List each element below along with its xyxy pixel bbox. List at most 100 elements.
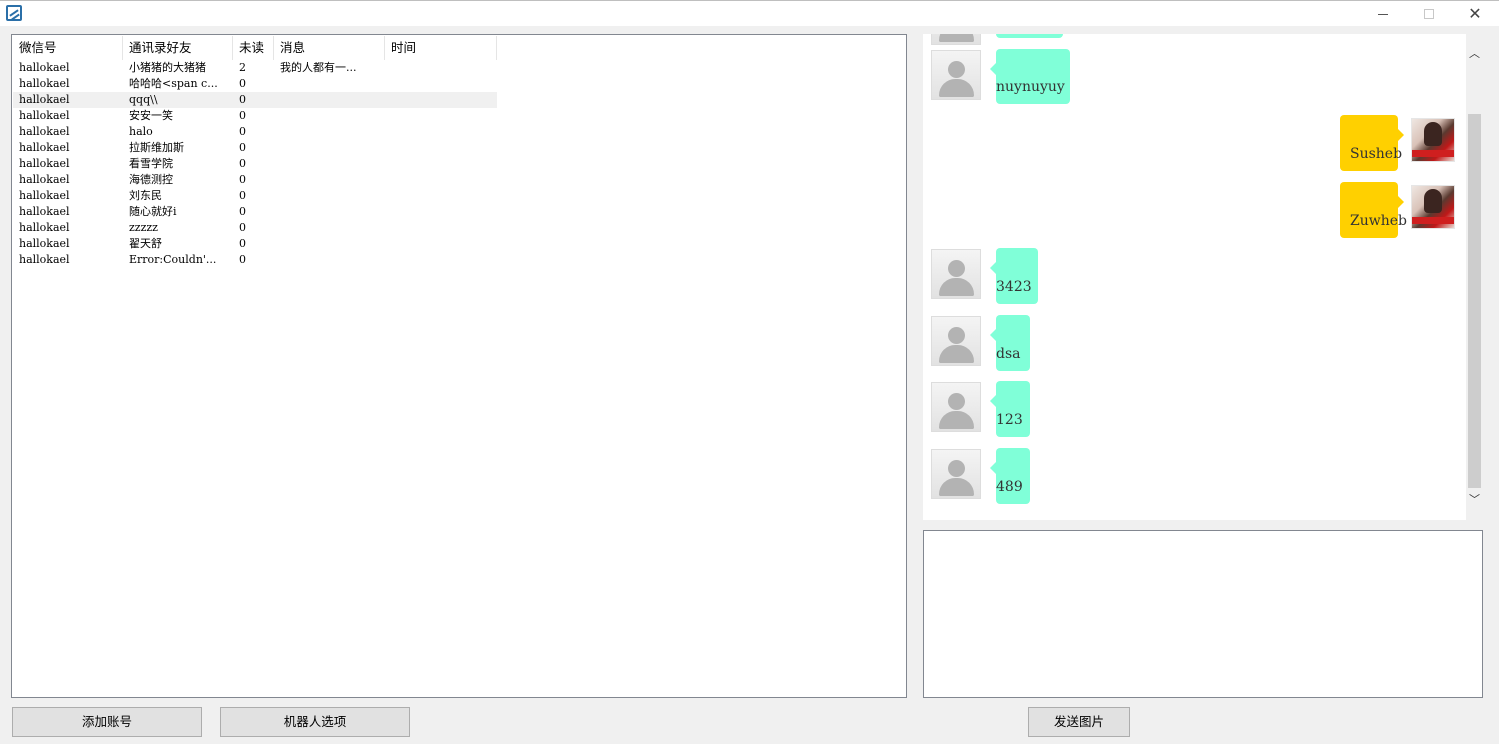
cell-message <box>274 156 385 172</box>
minimize-button[interactable] <box>1360 1 1406 27</box>
contact-avatar <box>931 316 981 366</box>
cell-friend: 哈哈哈<span c... <box>129 77 218 90</box>
cell-time <box>385 124 497 140</box>
cell-friend: halo <box>129 125 153 138</box>
cell-unread: 0 <box>239 109 246 122</box>
cell-wechat-id: hallokael <box>19 237 70 250</box>
table-row[interactable]: hallokael qqq\\ 0 <box>13 92 497 108</box>
column-friend[interactable]: 通讯录好友 <box>123 36 233 60</box>
cell-time <box>385 188 497 204</box>
self-avatar <box>1411 118 1455 162</box>
incoming-message: nuynuyuy <box>990 49 1070 104</box>
cell-unread: 0 <box>239 93 246 106</box>
chat-scrollbar[interactable]: ︿ ﹀ <box>1466 34 1483 520</box>
column-message[interactable]: 消息 <box>274 36 385 60</box>
outgoing-message: Zuwheb <box>1340 182 1407 238</box>
cell-message <box>274 252 385 268</box>
scroll-thumb[interactable] <box>1468 114 1481 488</box>
cell-unread: 0 <box>239 189 246 202</box>
message-text: dsa <box>996 346 1021 362</box>
robot-options-button[interactable]: 机器人选项 <box>220 707 410 737</box>
contact-avatar <box>931 34 981 45</box>
cell-message <box>274 76 385 92</box>
cell-friend: 海德测控 <box>129 173 173 186</box>
incoming-message: dsa <box>990 315 1030 371</box>
close-button[interactable]: ✕ <box>1452 1 1498 27</box>
table-row[interactable]: hallokael 哈哈哈<span c... 0 <box>13 76 497 92</box>
cell-unread: 0 <box>239 173 246 186</box>
cell-time <box>385 140 497 156</box>
cell-time <box>385 220 497 236</box>
cell-message <box>274 172 385 188</box>
minimize-icon <box>1378 13 1388 15</box>
cell-time <box>385 204 497 220</box>
cell-time <box>385 60 497 76</box>
self-avatar <box>1411 185 1455 229</box>
table-row[interactable]: hallokael zzzzz 0 <box>13 220 497 236</box>
column-unread[interactable]: 未读 <box>233 36 274 60</box>
cell-wechat-id: hallokael <box>19 253 70 266</box>
cell-wechat-id: hallokael <box>19 77 70 90</box>
cell-message <box>274 236 385 252</box>
cell-friend: 随心就好i <box>129 205 177 218</box>
cell-unread: 0 <box>239 125 246 138</box>
scroll-up-icon[interactable]: ︿ <box>1466 44 1483 64</box>
message-text: Zuwheb <box>1350 213 1407 229</box>
cell-message <box>274 108 385 124</box>
table-row[interactable]: hallokael 看雪学院 0 <box>13 156 497 172</box>
cell-message <box>274 140 385 156</box>
message-input[interactable] <box>923 530 1483 698</box>
cell-friend: qqq\\ <box>129 93 158 106</box>
table-row[interactable]: hallokael 小猪猪的大猪猪 2 我的人都有一... <box>13 60 497 76</box>
cell-time <box>385 76 497 92</box>
scroll-down-icon[interactable]: ﹀ <box>1466 490 1483 510</box>
cell-unread: 2 <box>239 61 246 74</box>
table-row[interactable]: hallokael 海德测控 0 <box>13 172 497 188</box>
cell-message: 我的人都有一... <box>280 61 357 74</box>
table-row[interactable]: hallokael 翟天舒 0 <box>13 236 497 252</box>
message-text: Susheb <box>1350 146 1403 162</box>
cell-friend: 小猪猪的大猪猪 <box>129 61 206 74</box>
cell-friend: 翟天舒 <box>129 237 162 250</box>
cell-wechat-id: hallokael <box>19 173 70 186</box>
cell-wechat-id: hallokael <box>19 205 70 218</box>
cell-wechat-id: hallokael <box>19 189 70 202</box>
table-row[interactable]: hallokael 拉斯维加斯 0 <box>13 140 497 156</box>
contact-avatar <box>931 382 981 432</box>
contact-avatar <box>931 249 981 299</box>
cell-friend: 刘东民 <box>129 189 162 202</box>
cell-wechat-id: hallokael <box>19 61 70 74</box>
maximize-button[interactable] <box>1406 1 1452 27</box>
cell-time <box>385 172 497 188</box>
table-row[interactable]: hallokael 安安一笑 0 <box>13 108 497 124</box>
cell-message <box>274 204 385 220</box>
cell-time <box>385 108 497 124</box>
outgoing-message: Susheb <box>1340 115 1404 171</box>
cell-time <box>385 156 497 172</box>
app-icon <box>6 5 22 21</box>
cell-time <box>385 252 497 268</box>
send-image-button[interactable]: 发送图片 <box>1028 707 1130 737</box>
maximize-icon <box>1424 9 1434 19</box>
table-row[interactable]: hallokael 随心就好i 0 <box>13 204 497 220</box>
incoming-message: 3423 <box>990 248 1038 304</box>
add-account-button[interactable]: 添加账号 <box>12 707 202 737</box>
cell-message <box>274 124 385 140</box>
message-text: 489 <box>996 479 1023 495</box>
column-time[interactable]: 时间 <box>385 36 497 60</box>
cell-unread: 0 <box>239 77 246 90</box>
cell-friend: 拉斯维加斯 <box>129 141 184 154</box>
cell-wechat-id: hallokael <box>19 125 70 138</box>
cell-message <box>274 188 385 204</box>
table-row[interactable]: hallokael halo 0 <box>13 124 497 140</box>
cell-friend: 看雪学院 <box>129 157 173 170</box>
incoming-message: 123 <box>990 381 1030 437</box>
contact-list[interactable]: 微信号 通讯录好友 未读 消息 时间 hallokael 小猪猪的大猪猪 2 我的人都… <box>11 34 907 698</box>
cell-wechat-id: hallokael <box>19 157 70 170</box>
incoming-message: 489 <box>990 448 1030 504</box>
table-row[interactable]: hallokael Error:Couldn'... 0 <box>13 252 497 268</box>
message-text: 123 <box>996 412 1023 428</box>
column-wechat-id[interactable]: 微信号 <box>13 36 123 60</box>
table-row[interactable]: hallokael 刘东民 0 <box>13 188 497 204</box>
list-header: 微信号 通讯录好友 未读 消息 时间 <box>13 36 497 60</box>
